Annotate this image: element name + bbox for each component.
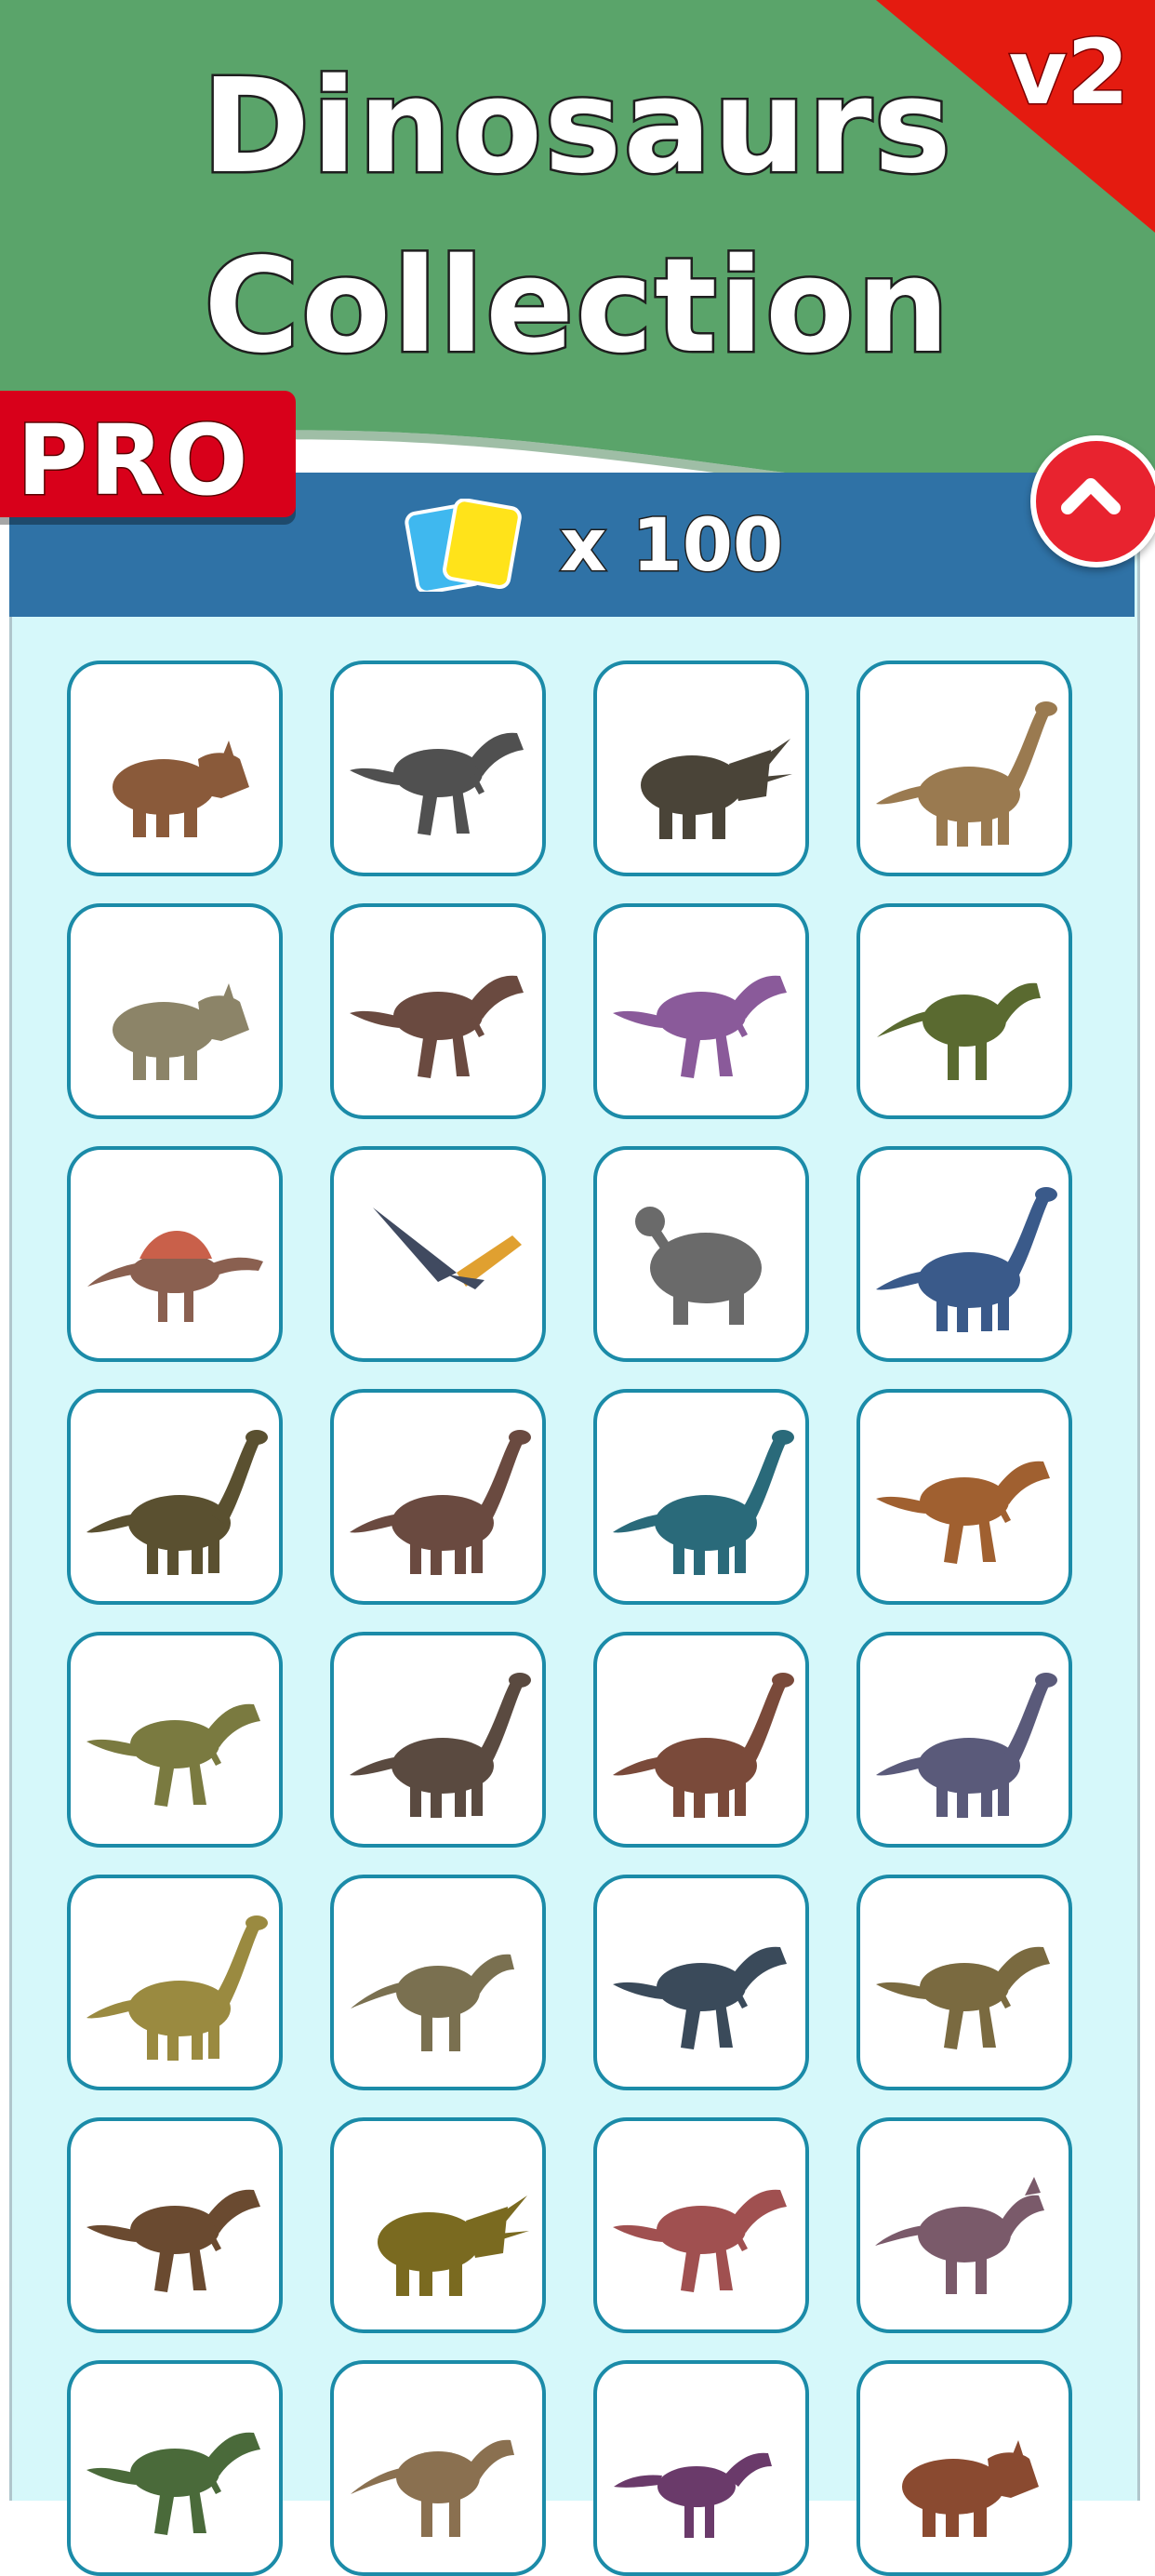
- dinosaur-tile[interactable]: [856, 1632, 1072, 1848]
- ornithopod-icon: [877, 982, 1041, 1080]
- pro-badge-label: PRO: [16, 403, 250, 519]
- dinosaur-tile[interactable]: [593, 2360, 809, 2576]
- dinosaur-tile[interactable]: [593, 2117, 809, 2333]
- dinosaur-tile[interactable]: [593, 1389, 809, 1605]
- dinosaur-tile[interactable]: [856, 661, 1072, 876]
- dinosaur-tile[interactable]: [856, 1389, 1072, 1605]
- ornithopod-icon: [351, 1954, 514, 2051]
- dinosaur-tile[interactable]: [330, 903, 546, 1119]
- dinosaur-tile[interactable]: [330, 1632, 546, 1848]
- pterosaur-icon: [373, 1208, 522, 1289]
- sauropod-icon: [350, 1673, 531, 1818]
- dinosaur-tile[interactable]: [330, 2360, 546, 2576]
- dinosaur-tile[interactable]: [593, 1632, 809, 1848]
- dinosaur-tile[interactable]: [67, 903, 283, 1119]
- theropod-icon: [876, 1946, 1050, 2049]
- dinosaur-tile[interactable]: [856, 1146, 1072, 1362]
- app-title-line-2: Collection: [202, 229, 952, 385]
- triceratops-icon: [641, 739, 792, 839]
- ornithopod-icon: [351, 2439, 514, 2537]
- dinosaur-tile[interactable]: [67, 2360, 283, 2576]
- version-badge: v2: [1007, 20, 1130, 127]
- dinosaur-tile[interactable]: [67, 2117, 283, 2333]
- theropod-icon: [86, 1703, 260, 1807]
- sauropod-icon: [876, 1673, 1057, 1818]
- dinosaur-tile[interactable]: [67, 661, 283, 876]
- sauropod-icon: [86, 1430, 268, 1575]
- dinosaur-tile[interactable]: [330, 1389, 546, 1605]
- sauropod-icon: [876, 701, 1057, 847]
- theropod-icon: [350, 975, 524, 1078]
- theropod-icon: [86, 2432, 260, 2535]
- pro-badge: PRO: [0, 391, 296, 519]
- raptor-icon: [614, 2452, 772, 2538]
- dinosaur-tile[interactable]: [67, 1875, 283, 2090]
- ceratopsian-icon: [902, 2440, 1039, 2537]
- theropod-icon: [350, 732, 524, 835]
- triceratops-icon: [378, 2196, 529, 2296]
- dinosaur-tile[interactable]: [856, 1875, 1072, 2090]
- hadrosaur-icon: [875, 2177, 1044, 2294]
- cards-icon: [405, 499, 522, 592]
- dinosaur-tile[interactable]: [856, 2117, 1072, 2333]
- theropod-icon: [86, 2189, 260, 2292]
- version-ribbon: v2: [876, 0, 1155, 233]
- dinosaur-tile[interactable]: [330, 1146, 546, 1362]
- close-icon: [1061, 478, 1121, 514]
- dinosaur-tile[interactable]: [67, 1389, 283, 1605]
- theropod-icon: [613, 975, 787, 1078]
- dinosaur-tile[interactable]: [856, 903, 1072, 1119]
- dinosaur-tile[interactable]: [67, 1632, 283, 1848]
- theropod-icon: [613, 1946, 787, 2049]
- dinosaur-tile[interactable]: [593, 903, 809, 1119]
- ceratopsian-icon: [113, 983, 249, 1080]
- theropod-icon: [876, 1461, 1050, 1564]
- dinosaur-tile[interactable]: [330, 1875, 546, 2090]
- dinosaur-tile[interactable]: [856, 2360, 1072, 2576]
- sauropod-icon: [613, 1430, 794, 1575]
- spinosaur-icon: [87, 1231, 263, 1322]
- dinosaur-tile[interactable]: [593, 661, 809, 876]
- dinosaur-tile[interactable]: [330, 661, 546, 876]
- dinosaur-tile[interactable]: [330, 2117, 546, 2333]
- dinosaur-tile[interactable]: [67, 1146, 283, 1362]
- card-count: x 100: [558, 503, 784, 590]
- theropod-icon: [613, 2189, 787, 2292]
- sauropod-icon: [876, 1187, 1057, 1332]
- ankylosaur-icon: [635, 1207, 762, 1325]
- close-button[interactable]: [1030, 435, 1155, 567]
- ceratopsian-icon: [113, 741, 249, 837]
- sauropod-icon: [613, 1673, 794, 1818]
- dinosaur-tile[interactable]: [593, 1146, 809, 1362]
- sauropod-icon: [86, 1915, 268, 2061]
- dinosaur-tile[interactable]: [593, 1875, 809, 2090]
- sauropod-icon: [350, 1430, 531, 1575]
